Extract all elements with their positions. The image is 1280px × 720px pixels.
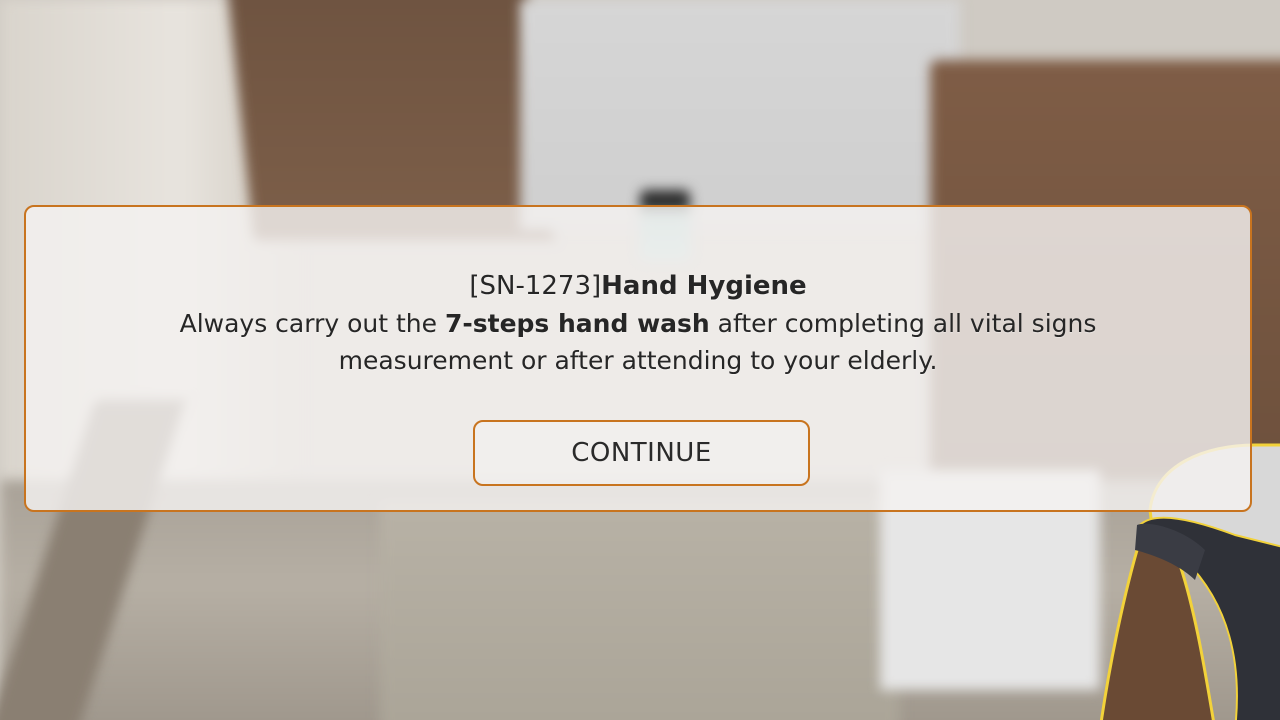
- dialog-body-start: Always carry out the: [179, 309, 445, 338]
- background-wooden-door: [226, 0, 554, 240]
- background-wall-center: [520, 0, 960, 230]
- dialog-code: [SN-1273]: [469, 271, 602, 301]
- background-bed: [380, 500, 900, 720]
- hint-dialog: [SN-1273]Hand Hygiene Always carry out t…: [24, 205, 1252, 512]
- dialog-title: Hand Hygiene: [601, 271, 807, 301]
- dialog-body: Always carry out the 7-steps hand wash a…: [178, 305, 1098, 379]
- dialog-title-line: [SN-1273]Hand Hygiene: [26, 269, 1250, 303]
- dialog-body-emphasis: 7-steps hand wash: [444, 309, 710, 338]
- dialog-text-block: [SN-1273]Hand Hygiene Always carry out t…: [26, 269, 1250, 379]
- continue-button[interactable]: CONTINUE: [473, 420, 810, 486]
